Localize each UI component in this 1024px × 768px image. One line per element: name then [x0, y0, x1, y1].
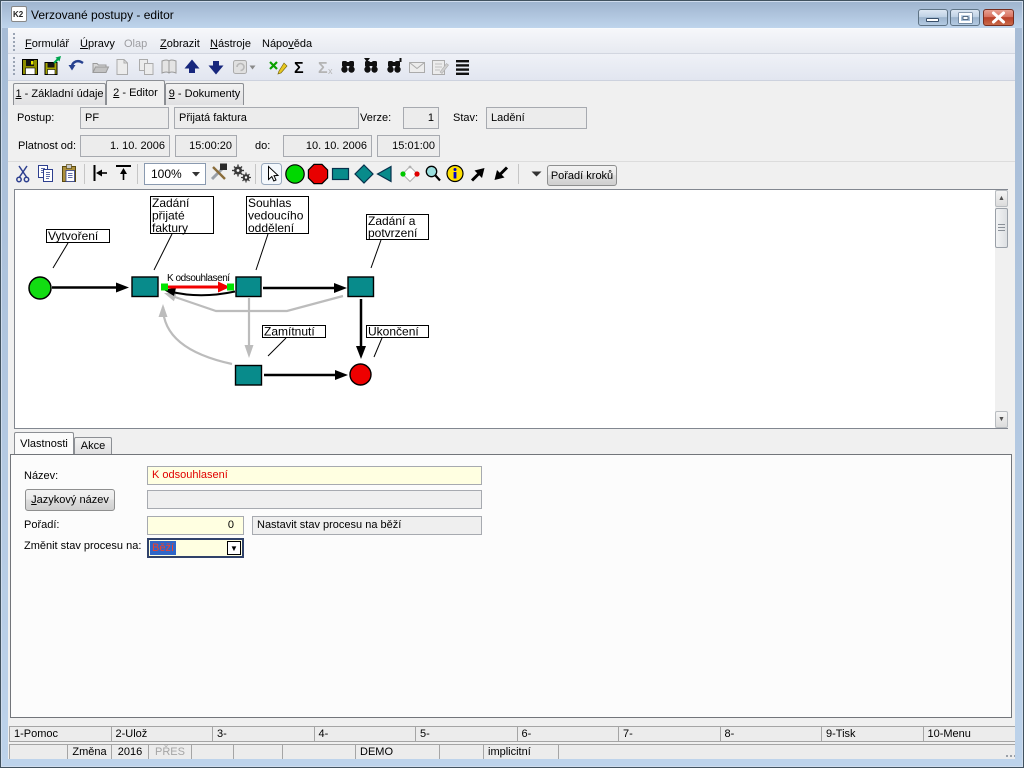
svg-text:K odsouhlasení: K odsouhlasení: [167, 273, 230, 284]
svg-text:x: x: [328, 66, 333, 76]
svg-text:oddělení: oddělení: [248, 221, 295, 235]
svg-text:Σ: Σ: [294, 60, 304, 77]
svg-text:Zamítnutí: Zamítnutí: [264, 325, 315, 339]
svg-text:Ukončení: Ukončení: [368, 325, 419, 339]
svg-text:Vytvoření: Vytvoření: [48, 229, 99, 243]
svg-text:100%: 100%: [151, 167, 182, 181]
svg-text:Σ: Σ: [318, 60, 328, 77]
svg-text:potvrzení: potvrzení: [368, 226, 418, 240]
svg-text:faktury: faktury: [152, 221, 188, 235]
